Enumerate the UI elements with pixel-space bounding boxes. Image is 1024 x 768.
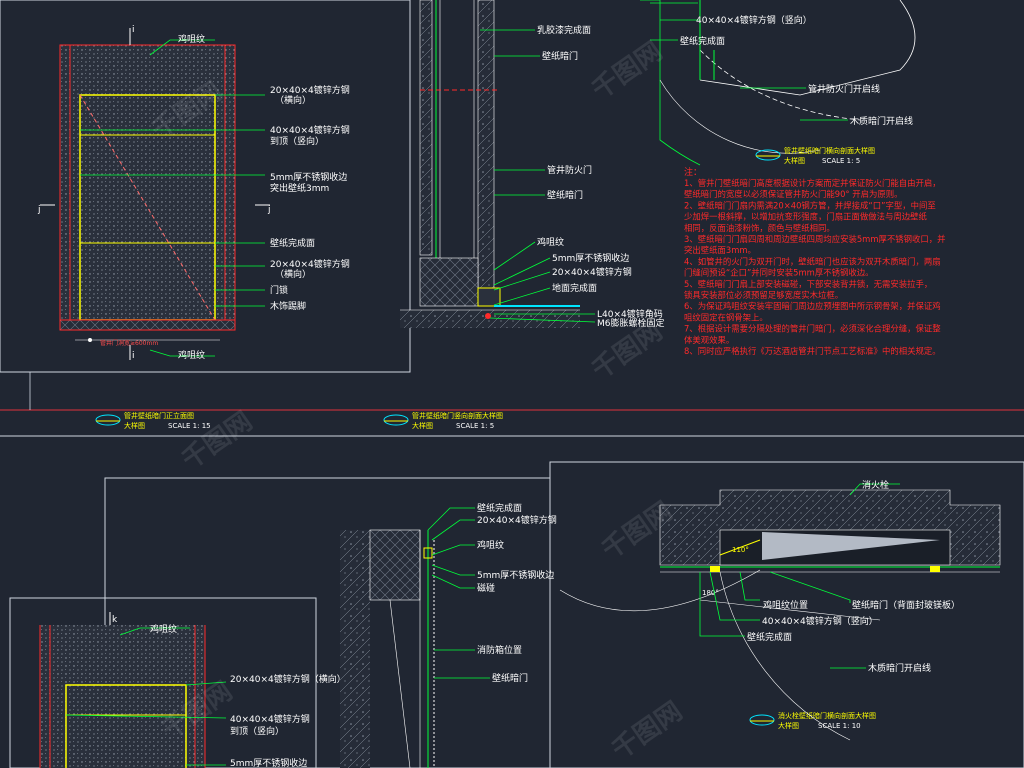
- p3-label-1: 壁纸完成面: [680, 35, 725, 47]
- note-line: 壁纸暗门的宽度以必须保证管井防火门能90° 开启为原则。: [684, 189, 903, 199]
- p2-label-5: 5mm厚不锈钢收边: [552, 252, 629, 264]
- tb2-scale: SCALE 1: 5: [456, 422, 494, 430]
- notes-title: 注：: [684, 166, 702, 178]
- p2-label-4: 鸡咀纹: [537, 236, 564, 248]
- p5-label-2: 鸡咀纹: [477, 539, 504, 551]
- section-mark-k: k: [112, 615, 118, 625]
- p1-label-10: 门锁: [270, 284, 288, 296]
- panel-elevation-2: k 鸡咀纹 20×40×4镀锌方钢（横向） 40×40×4镀锌方钢 到顶（竖向）…: [39, 612, 346, 768]
- note-line: 体美观效果。: [684, 335, 734, 345]
- note-line: 门缝间预设“企口”并同时安装5mm厚不锈钢收边。: [684, 268, 873, 278]
- dimension-label: 管井门洞宽≥600mm: [100, 339, 158, 347]
- tb1-sub: 大样图: [124, 421, 145, 430]
- p3-label-2: 管井防火门开启线: [808, 83, 880, 95]
- angle-180: 180°: [702, 589, 719, 597]
- tb2-name: 管井壁纸暗门竖向剖面大样图: [412, 411, 503, 420]
- p4-label-1: 40×40×4镀锌方钢: [230, 713, 310, 725]
- section-mark-right: j: [267, 205, 271, 215]
- panel-vertical-section-2: 壁纸完成面 20×40×4镀锌方钢 鸡咀纹 5mm厚不锈钢收边 磁碰 消防箱位置…: [340, 502, 557, 768]
- title-block-4: 消火栓壁纸暗门横向剖面大样图 大样图 SCALE 1: 10: [749, 711, 876, 730]
- note-line: 少加焊一根斜撑，以增加抗变形强度，门扇正面做做法与周边壁纸: [684, 212, 927, 222]
- p1-label-9: （横向）: [275, 268, 311, 280]
- p6-label-5: 木质暗门开启线: [868, 662, 931, 674]
- title-block-1: 管井壁纸暗门正立面图 大样图 SCALE 1: 15: [95, 411, 211, 430]
- p5-label-0: 壁纸完成面: [477, 502, 522, 514]
- p2-label-7: 地面完成面: [552, 282, 597, 294]
- p5-label-3: 5mm厚不锈钢收边: [477, 569, 554, 581]
- p1-label-6: 突出壁纸3mm: [270, 182, 329, 194]
- p5-label-6: 壁纸暗门: [492, 672, 528, 684]
- p6-label-4: 壁纸完成面: [747, 631, 792, 643]
- p5-label-1: 20×40×4镀锌方钢: [477, 514, 557, 526]
- p6-label-3: 40×40×4镀锌方钢（竖向）: [762, 615, 878, 627]
- notes-block: 注： 1、管井门壁纸暗门高度根据设计方案而定并保证防火门能自由开启，壁纸暗门的宽…: [684, 166, 945, 356]
- p1-label-11: 木饰踢脚: [270, 300, 306, 312]
- p4-label-3: 5mm厚不锈钢收边: [230, 757, 307, 768]
- p5-label-4: 磁碰: [477, 582, 495, 594]
- note-line: 7、根据设计需要分隔处理的管井门暗门，必须深化合理分缝，保证整: [684, 324, 941, 334]
- p1-label-5: 5mm厚不锈钢收边: [270, 171, 347, 183]
- p3-label-0: 40×40×4镀锌方钢（竖向）: [696, 14, 812, 26]
- tb4-sub: 大样图: [778, 721, 799, 730]
- p6-label-2: 壁纸暗门（背面封玻镁板）: [852, 599, 960, 611]
- section-mark-bottom: i: [132, 351, 135, 361]
- p2-label-0: 乳胶漆完成面: [537, 24, 591, 36]
- panel-elevation: 管井门洞宽≥600mm i i j j 鸡咀纹 20×40×4镀锌方钢 （横向）…: [37, 25, 350, 361]
- p1-label-12: 鸡咀纹: [178, 349, 205, 361]
- p1-label-8: 20×40×4镀锌方钢: [270, 258, 350, 270]
- p2-label-1: 壁纸暗门: [542, 50, 578, 62]
- note-line: 4、如管井的火门为双开门时，壁纸暗门也应该为双开木质暗门，两扇: [684, 256, 941, 266]
- note-line: 突出壁纸面3mm。: [684, 245, 756, 255]
- p4-label-4: 鸡咀纹: [150, 623, 177, 635]
- panel-vertical-section: 乳胶漆完成面 壁纸暗门 管井防火门 壁纸暗门 鸡咀纹 5mm厚不锈钢收边 20×…: [400, 0, 665, 329]
- p1-label-0: 鸡咀纹: [178, 33, 205, 45]
- p2-label-6: 20×40×4镀锌方钢: [552, 266, 632, 278]
- note-line: 6、为保证鸡咀纹安装牢固暗门周边应预埋图中所示钢骨架，并保证鸡: [684, 301, 941, 311]
- tb3-sub: 大样图: [784, 156, 805, 165]
- title-block-2: 管井壁纸暗门竖向剖面大样图 大样图 SCALE 1: 5: [383, 411, 503, 430]
- p2-label-3: 壁纸暗门: [547, 189, 583, 201]
- p5-label-5: 消防箱位置: [477, 644, 522, 656]
- section-mark-top: i: [132, 25, 135, 35]
- tb2-sub: 大样图: [412, 421, 433, 430]
- p6-label-0: 消火栓: [862, 479, 889, 491]
- note-line: 8、同时应严格执行《万达酒店管井门节点工艺标准》中的相关规定。: [684, 346, 941, 356]
- angle-110: 110°: [732, 546, 749, 554]
- p4-label-2: 到顶（竖向）: [230, 725, 284, 737]
- note-line: 锁具安装部位必须预留足够宽度实木垃框。: [684, 290, 843, 300]
- watermark-7: 千图网: [607, 696, 688, 765]
- p1-label-2: （横向）: [275, 94, 311, 106]
- tb3-scale: SCALE 1: 5: [822, 157, 860, 165]
- p2-label-2: 管井防火门: [547, 164, 592, 176]
- p1-label-1: 20×40×4镀锌方钢: [270, 84, 350, 96]
- note-line: 相同，反面油漆粉饰，颜色与壁纸相同。: [684, 223, 835, 233]
- p3-label-3: 木质暗门开启线: [850, 115, 913, 127]
- cad-drawing-canvas: 管井门洞宽≥600mm i i j j 鸡咀纹 20×40×4镀锌方钢 （横向）…: [0, 0, 1024, 768]
- note-line: 5、壁纸暗门门扇上部安装磁碰，下部安装背井锁，无需安装拉手，: [684, 279, 932, 289]
- title-block-3: 管井壁纸暗门横向剖面大样图 大样图 SCALE 1: 5: [755, 146, 875, 165]
- p1-label-4: 到顶（竖向）: [270, 135, 324, 147]
- panel-horizontal-section: 40×40×4镀锌方钢（竖向） 壁纸完成面 管井防火门开启线 木质暗门开启线: [640, 0, 916, 166]
- section-mark-left: j: [37, 205, 41, 215]
- tb4-name: 消火栓壁纸暗门横向剖面大样图: [778, 711, 876, 720]
- p1-label-3: 40×40×4镀锌方钢: [270, 124, 350, 136]
- tb4-scale: SCALE 1: 10: [818, 722, 861, 730]
- p1-label-7: 壁纸完成面: [270, 237, 315, 249]
- tb1-name: 管井壁纸暗门正立面图: [124, 411, 194, 420]
- p4-label-0: 20×40×4镀锌方钢（横向）: [230, 673, 346, 685]
- note-line: 2、壁纸暗门门扇内需满20×40钢方管，并焊接成“口”字型，中间至: [684, 200, 936, 210]
- tb1-scale: SCALE 1: 15: [168, 422, 211, 430]
- note-line: 咀纹固定在钢骨架上。: [684, 312, 768, 322]
- p6-label-1: 鸡咀纹位置: [763, 599, 808, 611]
- note-line: 1、管井门壁纸暗门高度根据设计方案而定并保证防火门能自由开启，: [684, 178, 941, 188]
- tb3-name: 管井壁纸暗门横向剖面大样图: [784, 146, 875, 155]
- panel-hydrant-section: 110° 180° 消火栓 鸡咀纹位置 壁纸暗门（背面封玻镁板） 40×40×4…: [559, 479, 1001, 741]
- watermark-2: 千图网: [587, 36, 668, 105]
- note-line: 3、壁纸暗门门扇四周和周边壁纸四周均应安装5mm厚不锈钢收口，并: [684, 234, 945, 244]
